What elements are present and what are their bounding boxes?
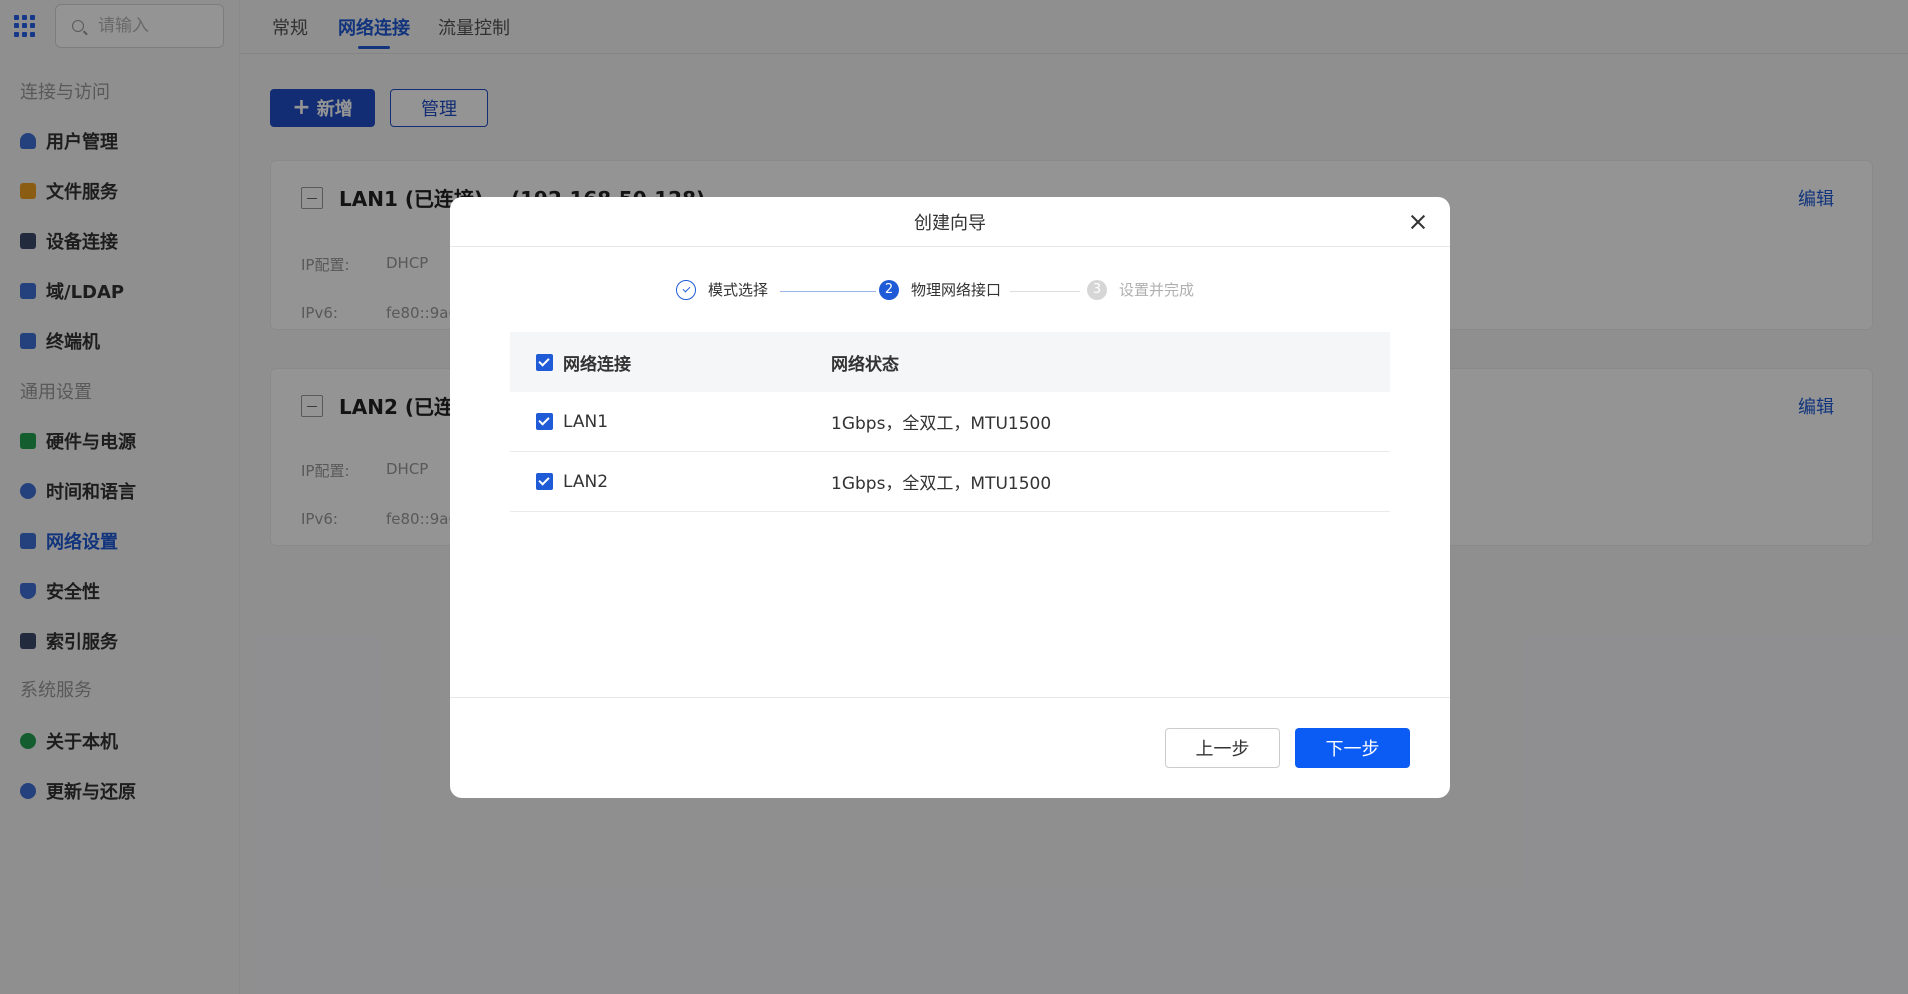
step-label: 物理网络接口 <box>911 281 1002 299</box>
step-connector <box>1010 291 1080 292</box>
interface-status: 1Gbps，全双工，MTU1500 <box>831 474 1052 494</box>
dialog-title: 创建向导 <box>914 212 986 234</box>
step-label: 设置并完成 <box>1119 281 1195 299</box>
step-label: 模式选择 <box>708 281 769 299</box>
interface-name: LAN1 <box>563 411 609 432</box>
table-header: 网络连接 网络状态 <box>510 332 1390 392</box>
row-checkbox[interactable] <box>536 413 553 430</box>
step-mode-select: 模式选择 <box>676 279 768 300</box>
interface-status: 1Gbps，全双工，MTU1500 <box>831 414 1052 434</box>
dialog-header: 创建向导 <box>450 197 1450 247</box>
column-header-status: 网络状态 <box>831 354 899 375</box>
wizard-steps: 模式选择 2 物理网络接口 3 设置并完成 <box>450 279 1450 305</box>
select-all-checkbox[interactable] <box>536 353 553 371</box>
next-step-button[interactable]: 下一步 <box>1295 728 1410 768</box>
table-row[interactable]: LAN2 1Gbps，全双工，MTU1500 <box>510 452 1390 512</box>
step-connector <box>780 291 876 292</box>
interface-table: 网络连接 网络状态 LAN1 1Gbps，全双工，MTU1500 LAN2 1G… <box>510 332 1390 512</box>
column-header-connection: 网络连接 <box>563 354 631 375</box>
close-icon[interactable] <box>1408 212 1428 232</box>
step-settings-finish: 3 设置并完成 <box>1087 279 1194 300</box>
check-circle-icon <box>676 279 696 300</box>
step-number: 3 <box>1087 279 1107 300</box>
previous-step-button[interactable]: 上一步 <box>1165 728 1280 768</box>
interface-name: LAN2 <box>563 471 609 492</box>
row-checkbox[interactable] <box>536 473 553 490</box>
table-row[interactable]: LAN1 1Gbps，全双工，MTU1500 <box>510 392 1390 452</box>
step-physical-interface: 2 物理网络接口 <box>879 279 1001 300</box>
create-wizard-dialog: 创建向导 模式选择 2 物理网络接口 3 设置并完成 网络连接 网络状态 LAN… <box>450 197 1450 798</box>
dialog-footer: 上一步 下一步 <box>450 697 1450 798</box>
step-number: 2 <box>879 279 899 300</box>
